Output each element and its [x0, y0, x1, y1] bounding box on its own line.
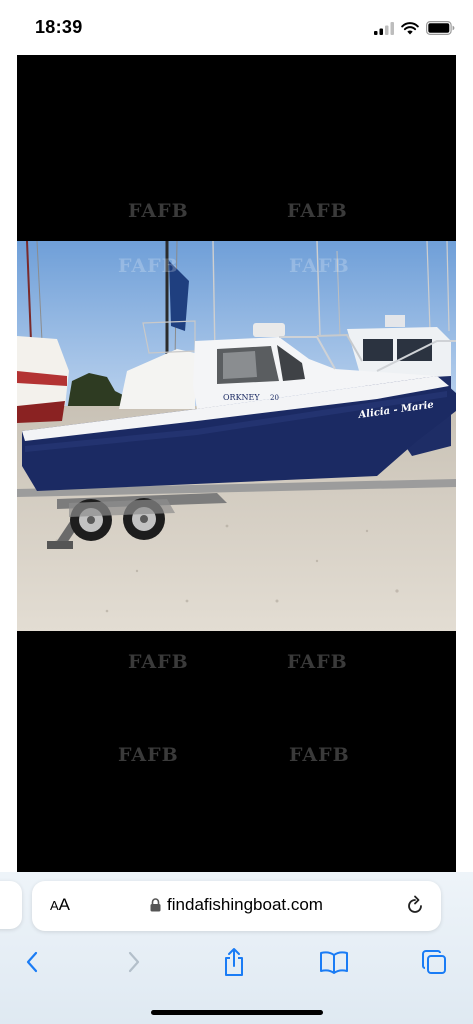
status-time: 18:39	[35, 17, 83, 37]
watermark: FAFB	[118, 255, 179, 277]
battery-icon	[426, 21, 455, 35]
bookmarks-button[interactable]	[318, 946, 350, 978]
address-bar[interactable]: AA findafishingboat.com	[32, 881, 441, 931]
photo-viewer[interactable]: FAFB FAFB ORKNEY 20 Alicia - Marie FAFB …	[17, 55, 456, 872]
share-button[interactable]	[218, 946, 250, 978]
url-text: findafishingboat.com	[167, 895, 323, 914]
back-button[interactable]	[16, 946, 48, 978]
browser-bottom-bar: AA findafishingboat.com	[0, 872, 473, 1024]
lock-icon	[150, 898, 161, 912]
browser-toolbar	[0, 942, 473, 982]
status-icons	[374, 18, 455, 38]
watermark: FAFB	[289, 744, 350, 766]
wifi-icon	[401, 21, 419, 34]
share-icon	[225, 948, 243, 976]
watermark: FAFB	[287, 651, 348, 673]
tabs-icon	[422, 950, 446, 974]
watermark: FAFB	[118, 744, 179, 766]
status-bar: 18:39	[0, 0, 473, 56]
boat-photo[interactable]: ORKNEY 20 Alicia - Marie	[17, 241, 456, 631]
back-icon	[26, 951, 38, 973]
forward-button[interactable]	[118, 946, 150, 978]
watermark: FAFB	[289, 255, 350, 277]
previous-tab-card[interactable]	[0, 881, 22, 929]
forward-icon	[128, 951, 140, 973]
reload-icon[interactable]	[403, 894, 427, 918]
watermark: FAFB	[287, 200, 348, 222]
boat-model-number: 20	[270, 394, 279, 402]
boat-model-text: ORKNEY	[223, 393, 260, 402]
tabs-button[interactable]	[418, 946, 450, 978]
watermark: FAFB	[128, 651, 189, 673]
bookmarks-icon	[320, 951, 348, 974]
home-indicator[interactable]	[151, 1010, 323, 1015]
watermark: FAFB	[128, 200, 189, 222]
signal-icon	[374, 21, 394, 35]
url-display[interactable]: findafishingboat.com	[32, 895, 441, 915]
